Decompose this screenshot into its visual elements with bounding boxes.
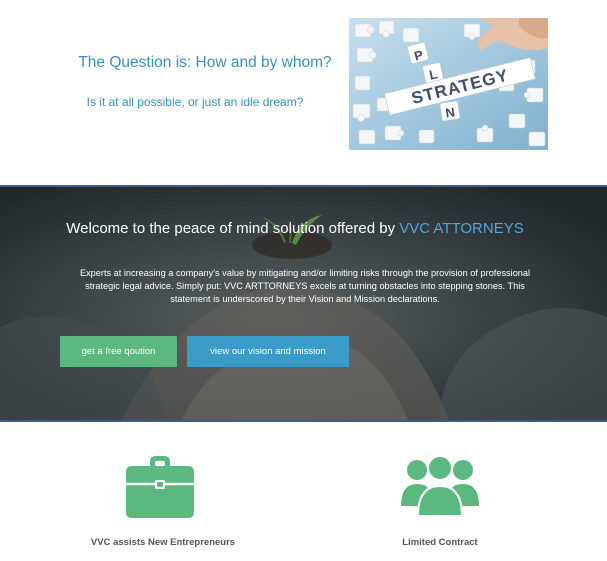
- hero-title-brand: VVC ATTORNEYS: [399, 220, 524, 237]
- briefcase-icon: [126, 456, 194, 518]
- intro-subtitle: Is it at all possible, or just an idle d…: [86, 95, 304, 109]
- intro-section: The Question is: How and by whom? Is it …: [0, 0, 607, 184]
- view-vision-button[interactable]: view our vision and mission: [187, 336, 349, 367]
- intro-title: The Question is: How and by whom?: [78, 54, 332, 71]
- hero-title: Welcome to the peace of mind solution of…: [0, 220, 590, 237]
- hero-section: Welcome to the peace of mind solution of…: [0, 185, 607, 422]
- get-quote-button[interactable]: get a free qoution: [60, 336, 177, 367]
- puzzle-illustration: STRATEGY P L N: [349, 18, 548, 150]
- hero-title-prefix: Welcome to the peace of mind solution of…: [66, 220, 400, 237]
- features-section: VVC assists New Entrepreneurs Limited Co…: [0, 424, 607, 561]
- hero-description: Experts at increasing a company's value …: [79, 268, 531, 304]
- strategy-puzzle-image: STRATEGY P L N: [349, 18, 548, 150]
- group-icon: [401, 455, 479, 516]
- feature-label-entrepreneurs: VVC assists New Entrepreneurs: [90, 537, 236, 548]
- feature-label-contract: Limited Contract: [402, 537, 478, 548]
